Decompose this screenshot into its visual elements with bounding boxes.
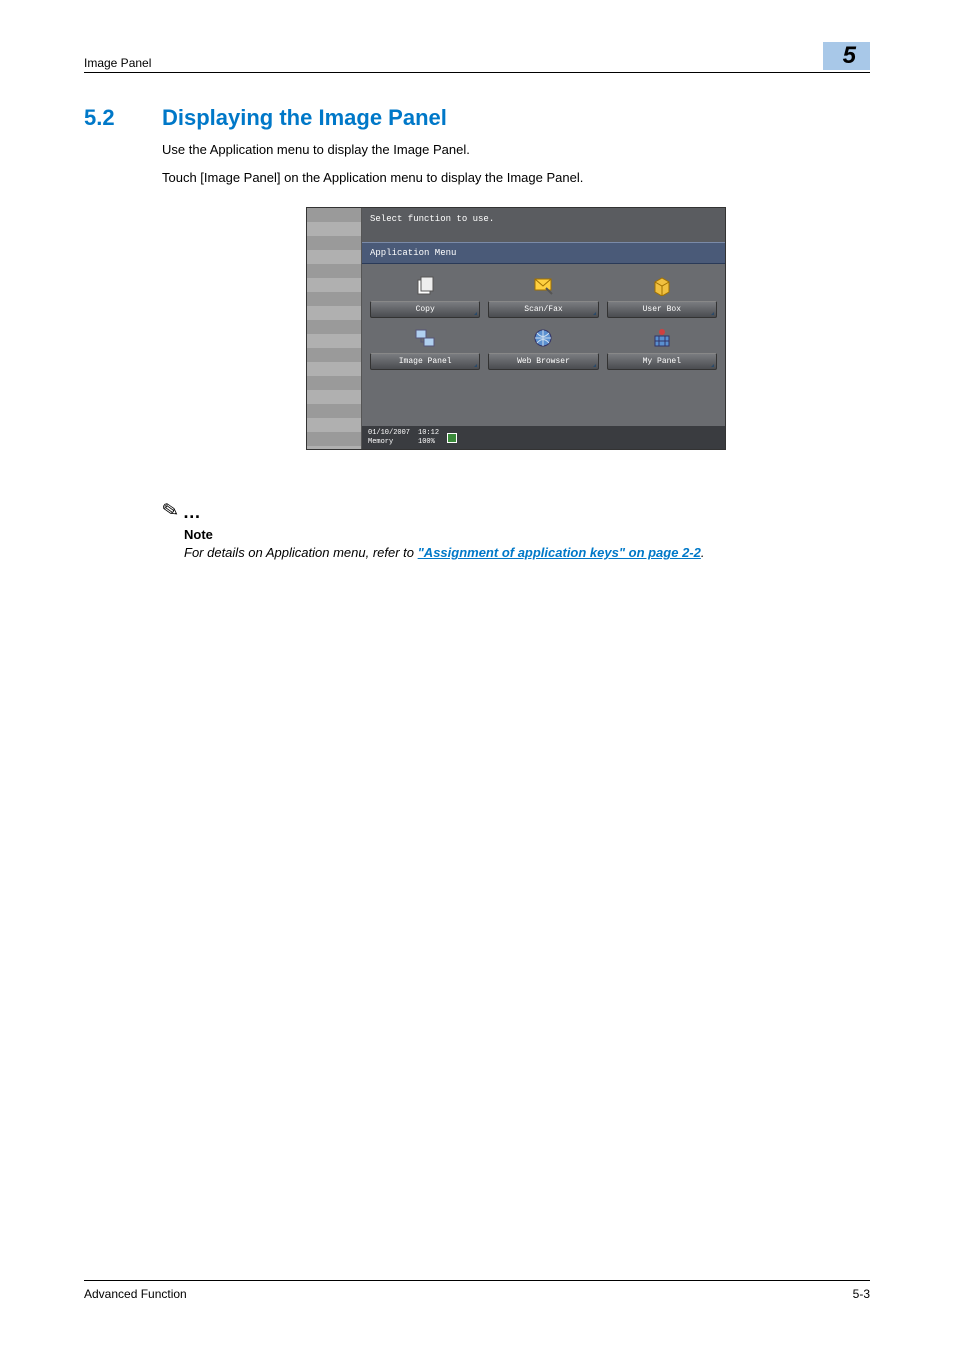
web-browser-button[interactable]: Web Browser xyxy=(488,326,598,370)
status-memory-value: 100% xyxy=(418,438,439,446)
embedded-screenshot: Select function to use. Application Menu… xyxy=(306,207,726,450)
note-text-prefix: For details on Application menu, refer t… xyxy=(184,545,418,560)
application-menu-title: Application Menu xyxy=(362,242,725,264)
section-heading: 5.2 Displaying the Image Panel xyxy=(84,105,870,131)
copy-icon xyxy=(411,274,439,298)
note-pen-icon: ✎ xyxy=(160,497,181,525)
note-label: Note xyxy=(184,527,870,542)
section-title: Displaying the Image Panel xyxy=(162,105,447,131)
body-paragraph-2: Touch [Image Panel] on the Application m… xyxy=(162,169,870,187)
status-date: 01/10/2007 xyxy=(368,429,410,437)
web-browser-icon xyxy=(529,326,557,350)
ready-indicator-icon xyxy=(447,433,457,443)
my-panel-icon xyxy=(648,326,676,350)
note-crossref-link[interactable]: "Assignment of application keys" on page… xyxy=(418,545,701,560)
section-number: 5.2 xyxy=(84,105,162,131)
chapter-number-tab: 5 xyxy=(823,42,870,70)
status-time: 10:12 xyxy=(418,429,439,437)
my-panel-label: My Panel xyxy=(607,353,717,370)
scan-fax-label: Scan/Fax xyxy=(488,301,598,318)
note-block: ✎ … Note For details on Application menu… xyxy=(162,498,870,562)
page-header: Image Panel 5 xyxy=(84,42,870,73)
user-box-button[interactable]: User Box xyxy=(607,274,717,318)
screenshot-blank-area xyxy=(362,376,725,426)
image-panel-button[interactable]: Image Panel xyxy=(370,326,480,370)
user-box-label: User Box xyxy=(607,301,717,318)
scan-fax-icon xyxy=(529,274,557,298)
note-text-suffix: . xyxy=(701,545,705,560)
copy-button[interactable]: Copy xyxy=(370,274,480,318)
footer-right: 5-3 xyxy=(853,1287,870,1301)
screenshot-side-tabs xyxy=(307,208,362,449)
screenshot-instruction: Select function to use. xyxy=(362,208,725,242)
screenshot-status-bar: 01/10/2007 Memory 10:12 100% xyxy=(362,426,725,449)
footer-left: Advanced Function xyxy=(84,1287,187,1301)
image-panel-icon xyxy=(411,326,439,350)
web-browser-label: Web Browser xyxy=(488,353,598,370)
page-footer: Advanced Function 5-3 xyxy=(84,1280,870,1301)
status-memory-label: Memory xyxy=(368,438,410,446)
application-menu-grid: Copy Scan/Fax User Box xyxy=(362,264,725,376)
body-paragraph-1: Use the Application menu to display the … xyxy=(162,141,870,159)
copy-label: Copy xyxy=(370,301,480,318)
note-text: For details on Application menu, refer t… xyxy=(184,544,870,562)
user-box-icon xyxy=(648,274,676,298)
my-panel-button[interactable]: My Panel xyxy=(607,326,717,370)
scan-fax-button[interactable]: Scan/Fax xyxy=(488,274,598,318)
image-panel-label: Image Panel xyxy=(370,353,480,370)
running-head: Image Panel xyxy=(84,56,151,70)
note-dots-icon: … xyxy=(183,502,205,523)
